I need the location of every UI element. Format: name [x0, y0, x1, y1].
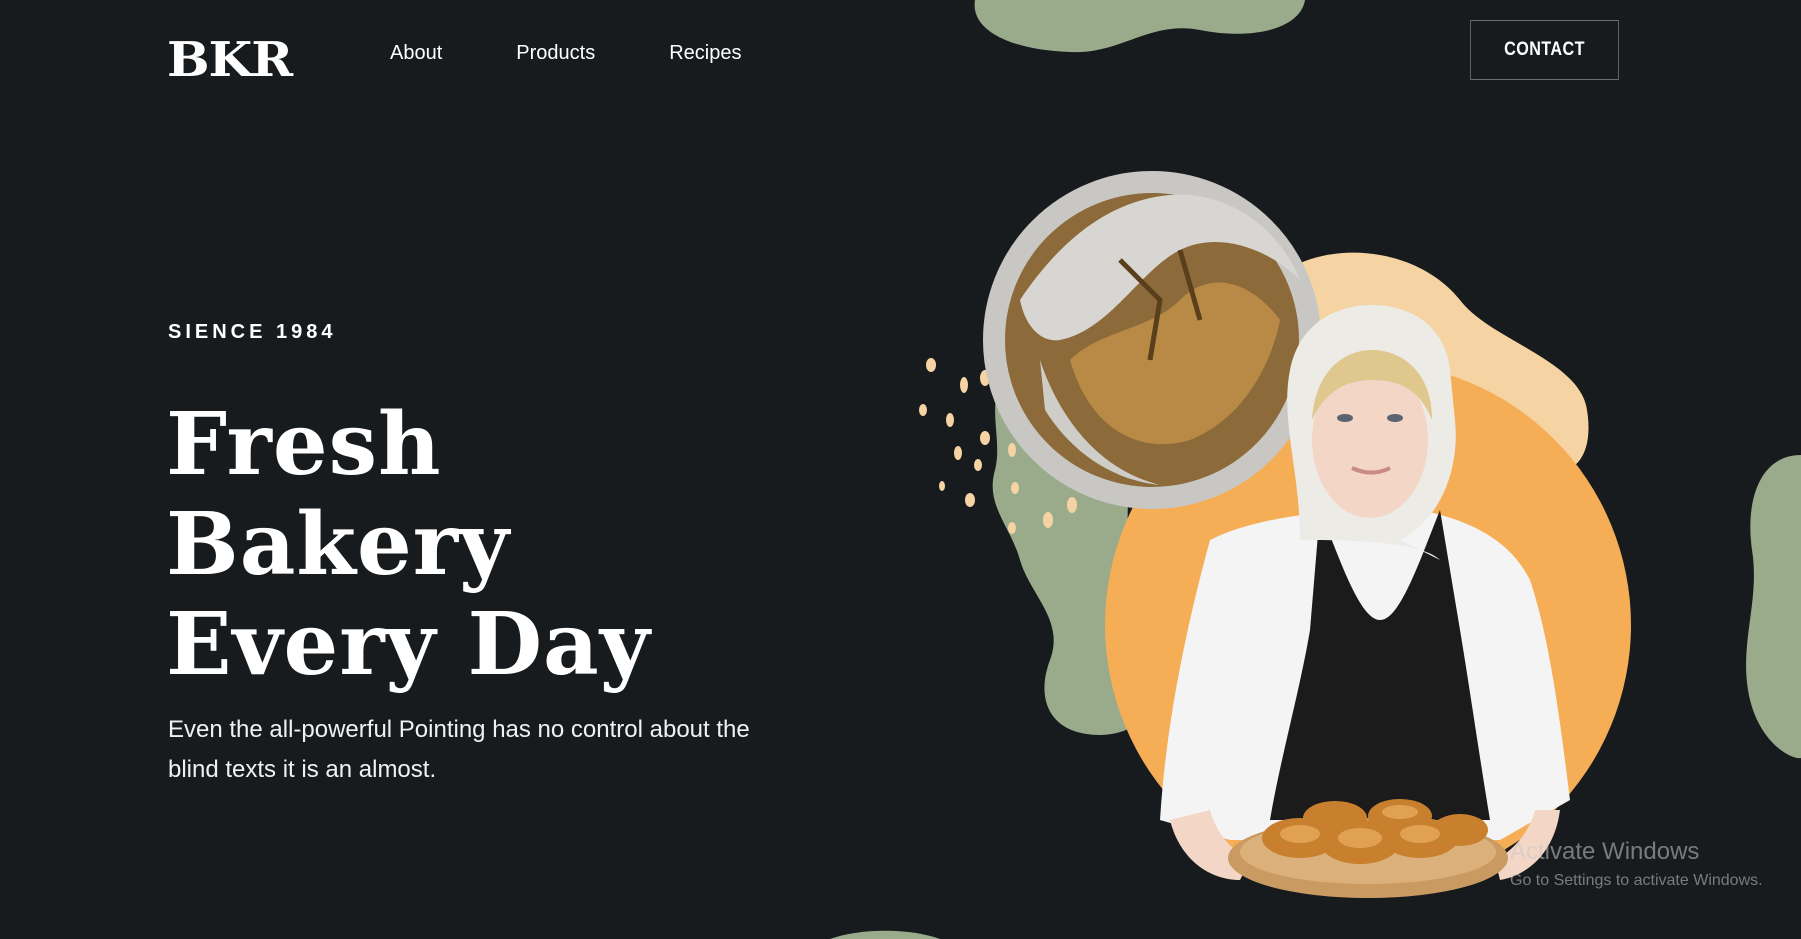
hero-subtext: Even the all-powerful Pointing has no co… [168, 716, 750, 783]
bottom-sage-blob [830, 930, 940, 939]
bread-loaf [983, 171, 1321, 509]
sprinkles [919, 358, 1077, 534]
right-sage-blob [1746, 455, 1801, 759]
headline-line-2: Bakery [166, 494, 510, 595]
headline-line-1: Fresh [166, 394, 442, 495]
baker-figure [1160, 305, 1570, 898]
nav-link-recipes[interactable]: Recipes [669, 42, 741, 65]
landing-page: BKR About Products Recipes CONTACT SIENC… [0, 0, 1801, 939]
main-nav: About Products Recipes [390, 42, 815, 65]
mid-sage-blob [992, 374, 1166, 735]
peach-blob [1280, 252, 1589, 473]
contact-button[interactable]: CONTACT [1470, 20, 1619, 80]
watermark-subtitle: Go to Settings to activate Windows. [1510, 872, 1763, 889]
orange-circle [1105, 362, 1631, 888]
headline-line-3: Every Day [166, 594, 651, 695]
hero-headline: Fresh Bakery Every Day [166, 395, 651, 695]
nav-link-about[interactable]: About [390, 42, 442, 65]
nav-link-products[interactable]: Products [516, 42, 595, 65]
hero-eyebrow: SIENCE 1984 [168, 321, 337, 343]
brand-logo[interactable]: BKR [167, 36, 293, 84]
windows-activation-watermark: Activate Windows Go to Settings to activ… [1510, 838, 1763, 890]
top-sage-blob [974, 0, 1305, 53]
watermark-title: Activate Windows [1510, 838, 1700, 865]
